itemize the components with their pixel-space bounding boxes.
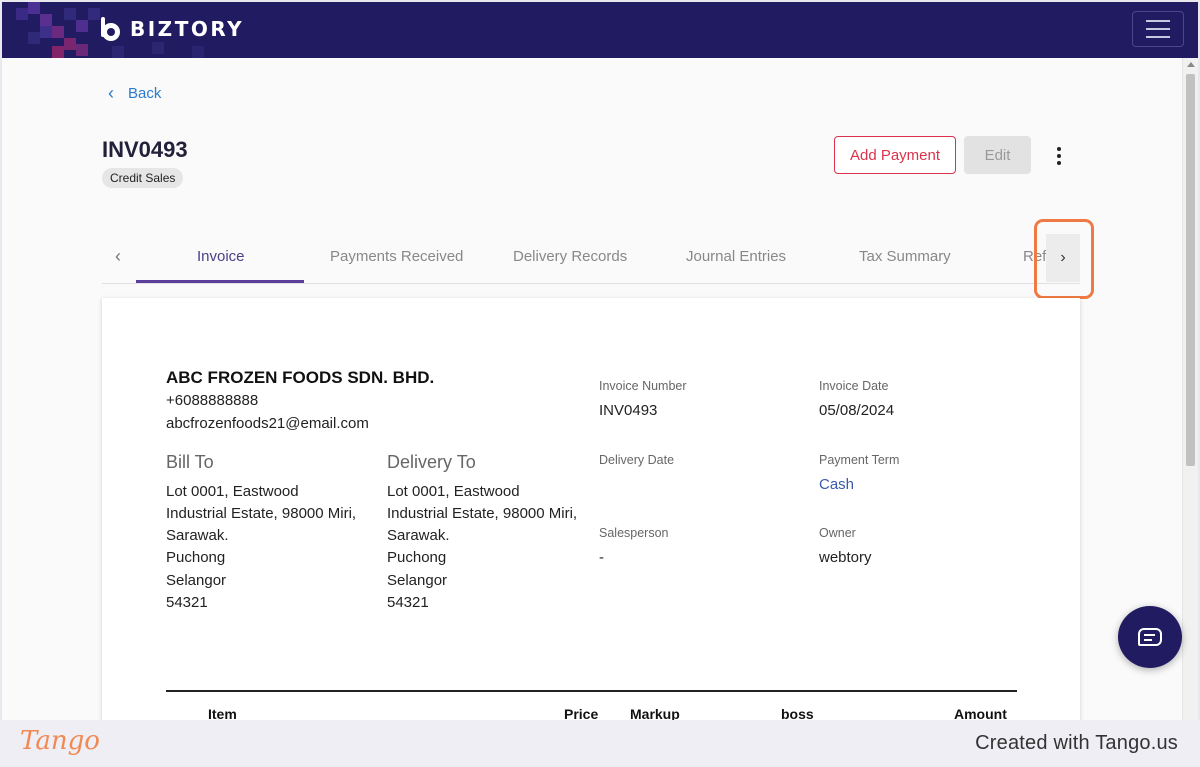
menu-toggle-button[interactable] [1132, 11, 1184, 47]
tab-invoice[interactable]: Invoice [197, 248, 245, 265]
back-label: Back [128, 84, 162, 102]
brand-name: BIZTORY [130, 17, 245, 41]
tab-bar: ‹ Invoice Payments Received Delivery Rec… [102, 232, 1080, 284]
edit-button[interactable]: Edit [964, 136, 1031, 174]
active-tab-indicator [136, 280, 304, 283]
tab-delivery-records[interactable]: Delivery Records [513, 248, 627, 265]
delivery-to-line: Lot 0001, Eastwood [387, 483, 520, 500]
payment-term-value[interactable]: Cash [819, 476, 854, 493]
back-link[interactable]: ‹ Back [108, 84, 161, 102]
tab-journal-entries[interactable]: Journal Entries [686, 248, 786, 265]
company-phone: +6088888888 [166, 392, 259, 409]
scroll-up-arrow-icon[interactable] [1187, 62, 1195, 67]
chat-widget-button[interactable] [1118, 606, 1182, 668]
chevron-left-icon: ‹ [108, 83, 114, 103]
column-header-boss: boss [781, 706, 814, 720]
page-title: INV0493 [102, 137, 188, 162]
company-email: abcfrozenfoods21@email.com [166, 415, 369, 432]
biztory-logo-mark-icon [96, 14, 126, 44]
bill-to-line: Selangor [166, 572, 227, 589]
bill-to-line: Sarawak. [166, 527, 229, 544]
tab-tax-summary[interactable]: Tax Summary [859, 248, 951, 265]
owner-label: Owner [819, 526, 856, 540]
menu-icon [1146, 20, 1170, 22]
invoice-date-value: 05/08/2024 [819, 402, 895, 419]
delivery-to-line: 54321 [387, 594, 429, 611]
more-options-button[interactable] [1046, 140, 1072, 172]
add-payment-button[interactable]: Add Payment [834, 136, 956, 174]
table-top-rule [166, 690, 1017, 692]
invoice-preview: ABC FROZEN FOODS SDN. BHD. +6088888888 a… [102, 298, 1080, 720]
delivery-to-line: Industrial Estate, 98000 Miri, [387, 505, 578, 522]
chat-icon [1138, 628, 1162, 646]
scroll-thumb[interactable] [1186, 74, 1195, 466]
tango-footer: Tango Created with Tango.us [0, 720, 1200, 767]
tab-payments-received[interactable]: Payments Received [330, 248, 463, 265]
tab-scroll-left-button[interactable]: ‹ [108, 246, 128, 270]
column-header-markup: Markup [630, 706, 680, 720]
click-highlight [1034, 219, 1094, 299]
invoice-date-label: Invoice Date [819, 379, 889, 393]
payment-term-label: Payment Term [819, 453, 900, 467]
delivery-to-line: Puchong [387, 549, 447, 566]
bill-to-heading: Bill To [166, 452, 214, 472]
created-with-tango-text: Created with Tango.us [975, 732, 1178, 754]
bill-to-line: Industrial Estate, 98000 Miri, [166, 505, 357, 522]
status-badge: Credit Sales [102, 168, 184, 188]
column-header-amount: Amount [954, 706, 1007, 720]
biztory-logo[interactable]: BIZTORY [96, 14, 244, 44]
tango-logo: Tango [20, 726, 100, 756]
owner-value: webtory [819, 549, 872, 566]
page-scrollbar[interactable] [1182, 58, 1198, 720]
delivery-to-line: Sarawak. [387, 527, 450, 544]
delivery-date-label: Delivery Date [599, 453, 675, 467]
salesperson-value: - [599, 549, 604, 566]
top-navbar: BIZTORY [2, 2, 1198, 58]
invoice-number-label: Invoice Number [599, 379, 687, 393]
salesperson-label: Salesperson [599, 526, 669, 540]
kebab-menu-icon [1057, 147, 1061, 151]
app-window: BIZTORY ‹ Back INV0493 Credit Sales Add … [2, 2, 1198, 720]
column-header-price: Price [564, 706, 599, 720]
bill-to-line: Lot 0001, Eastwood [166, 483, 299, 500]
column-header-item: Item [208, 706, 237, 720]
invoice-number-value: INV0493 [599, 402, 658, 419]
bill-to-line: Puchong [166, 549, 226, 566]
delivery-to-heading: Delivery To [387, 452, 476, 472]
delivery-to-line: Selangor [387, 572, 448, 589]
bill-to-line: 54321 [166, 594, 208, 611]
company-name: ABC FROZEN FOODS SDN. BHD. [166, 368, 435, 387]
